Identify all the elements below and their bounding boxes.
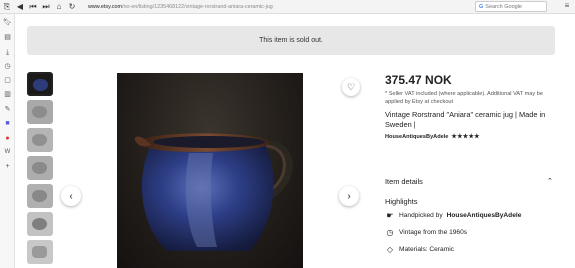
search-placeholder: Search Google xyxy=(485,3,522,10)
listing-title: Vintage Rorstrand "Aniara" ceramic jug |… xyxy=(385,110,546,130)
jug-illustration xyxy=(134,133,293,251)
url-host: www.etsy.com xyxy=(88,3,123,10)
diamond-icon: ◇ xyxy=(386,245,394,254)
thumbnail-jug xyxy=(32,190,47,202)
bookmark-icon[interactable]: ⎘ xyxy=(1,1,13,13)
clock-icon: ◷ xyxy=(386,228,394,237)
home-icon[interactable]: ⌂ xyxy=(53,1,65,13)
thumbnail-jug xyxy=(33,79,48,91)
shop-info: HouseAntiquesByAdele ★★★★★ xyxy=(385,133,480,141)
browser-sidebar: 🔖︎ ▤ ⤓ ◷ ▢ ▥ ✎ ■ ● W + xyxy=(0,14,15,268)
history-icon[interactable]: ◷ xyxy=(3,62,12,71)
next-image-button[interactable]: › xyxy=(339,186,359,206)
translate-icon[interactable]: ✎ xyxy=(3,105,12,114)
thumbnail-6[interactable] xyxy=(27,212,53,236)
thumbnail-jug xyxy=(32,246,47,258)
item-details-heading: Item details xyxy=(385,177,423,186)
add-panel-icon[interactable]: + xyxy=(3,162,12,171)
heart-icon: ♡ xyxy=(346,81,356,92)
handpicked-by-link[interactable]: HouseAntiquesByAdele xyxy=(447,212,522,219)
highlights-heading: Highlights xyxy=(385,197,418,206)
reload-icon[interactable]: ↻ xyxy=(66,1,78,13)
browser-toolbar: ⎘ ◀ ⏮ ⏭ ⌂ ↻ www.etsy.com/no-en/listing/1… xyxy=(0,0,575,14)
skip-forward-icon[interactable]: ⏭ xyxy=(40,1,52,13)
highlight-handpicked: ☛ Handpicked by HouseAntiquesByAdele xyxy=(385,211,521,220)
back-icon[interactable]: ◀ xyxy=(14,1,26,13)
url-path: /no-en/listing/1235468122/vintage-rorstr… xyxy=(122,3,273,10)
hand-icon: ☛ xyxy=(386,211,394,220)
favorite-button[interactable]: ♡ xyxy=(342,78,360,96)
previous-image-button[interactable]: ‹ xyxy=(61,186,81,206)
thumbnail-2[interactable] xyxy=(27,100,53,124)
highlight-materials: ◇ Materials: Ceramic xyxy=(385,245,454,254)
materials-text: Materials: Ceramic xyxy=(399,246,454,253)
thumbnail-7[interactable] xyxy=(27,240,53,264)
handpicked-prefix: Handpicked by xyxy=(399,212,443,219)
thumbnail-jug xyxy=(32,162,47,174)
chevron-right-icon: › xyxy=(347,190,351,202)
bookmark-icon[interactable]: 🔖︎ xyxy=(3,18,12,27)
thumbnail-jug xyxy=(32,134,47,146)
main-product-image[interactable] xyxy=(117,73,303,268)
vivaldi-icon[interactable]: ● xyxy=(3,134,12,143)
item-details-toggle[interactable]: Item details xyxy=(385,177,555,186)
thumbnail-1[interactable] xyxy=(27,72,53,96)
menu-icon[interactable]: ≡ xyxy=(562,1,572,12)
shop-name-link[interactable]: HouseAntiquesByAdele xyxy=(385,134,448,140)
wikipedia-icon[interactable]: W xyxy=(3,148,12,157)
thumbnail-3[interactable] xyxy=(27,128,53,152)
mastodon-icon[interactable]: ■ xyxy=(3,119,12,128)
search-input[interactable]: G Search Google xyxy=(475,1,547,12)
thumbnail-5[interactable] xyxy=(27,184,53,208)
thumbnail-jug xyxy=(32,106,47,118)
thumbnail-jug xyxy=(32,218,47,230)
vintage-text: Vintage from the 1960s xyxy=(399,229,468,236)
vat-note: * Seller VAT included (where applicable)… xyxy=(385,91,543,106)
skip-back-icon[interactable]: ⏮ xyxy=(27,1,39,13)
rating-stars[interactable]: ★★★★★ xyxy=(451,133,479,140)
chevron-left-icon: ‹ xyxy=(69,190,73,202)
notes-icon[interactable]: ▢ xyxy=(3,76,12,85)
chevron-up-icon[interactable]: ⌃ xyxy=(547,177,553,185)
reader-icon[interactable]: ▤ xyxy=(3,33,12,42)
price: 375.47 NOK xyxy=(385,73,452,87)
highlight-vintage: ◷ Vintage from the 1960s xyxy=(385,228,468,237)
sold-out-text: This item is sold out. xyxy=(259,37,323,44)
downloads-icon[interactable]: ⤓ xyxy=(3,48,12,57)
panels-icon[interactable]: ▥ xyxy=(3,90,12,99)
address-bar[interactable]: www.etsy.com/no-en/listing/1235468122/vi… xyxy=(88,4,273,10)
google-icon: G xyxy=(479,3,484,10)
sold-out-banner: This item is sold out. xyxy=(27,26,555,55)
thumbnail-4[interactable] xyxy=(27,156,53,180)
